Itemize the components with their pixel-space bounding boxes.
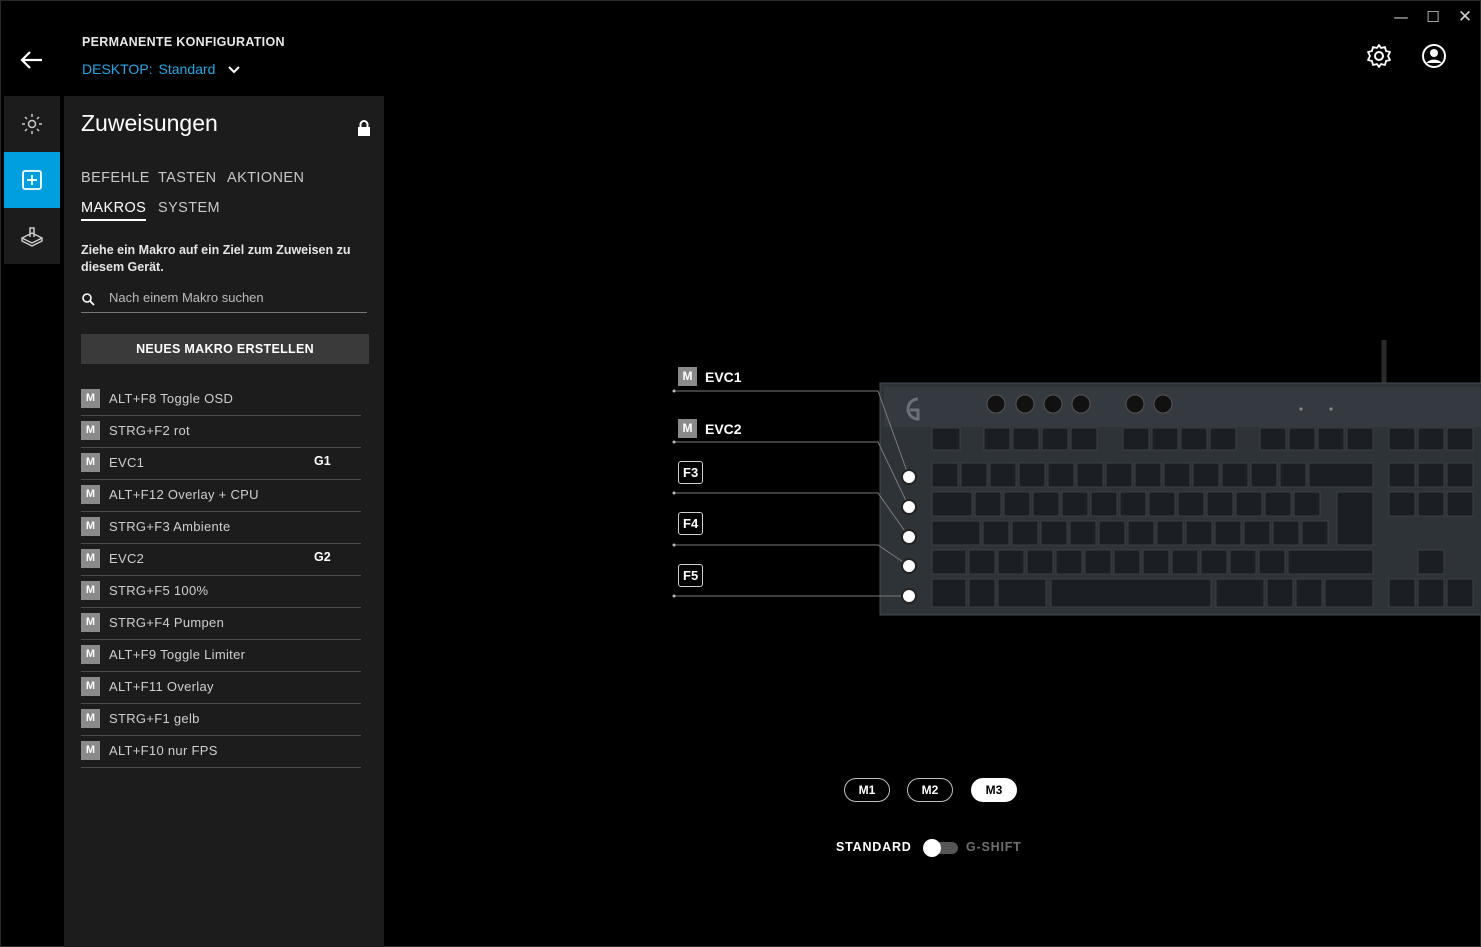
profile-prefix: DESKTOP: xyxy=(82,61,153,77)
nav-rail xyxy=(4,96,60,264)
macro-item[interactable]: M ALT+F10 nur FPS xyxy=(81,736,361,768)
rail-item-lighting[interactable] xyxy=(4,96,60,152)
macro-item[interactable]: M STRG+F1 gelb xyxy=(81,704,361,736)
macro-label: ALT+F12 Overlay + CPU xyxy=(109,487,259,502)
mode-m1-button[interactable]: M1 xyxy=(844,778,890,802)
macro-badge: M xyxy=(678,419,697,438)
mode-m2-button[interactable]: M2 xyxy=(907,778,953,802)
chevron-down-icon xyxy=(228,66,241,74)
tab-makros[interactable]: MAKROS xyxy=(81,200,147,221)
macro-label: STRG+F2 rot xyxy=(109,423,190,438)
macro-badge: M xyxy=(81,709,100,728)
macro-item[interactable]: M ALT+F9 Toggle Limiter xyxy=(81,640,361,672)
user-icon[interactable] xyxy=(1421,43,1447,69)
macro-assigned-key: G2 xyxy=(314,550,331,564)
back-arrow-icon[interactable] xyxy=(18,46,46,74)
gshift-toggle[interactable] xyxy=(922,839,958,857)
toggle-label-standard: STANDARD xyxy=(836,840,912,854)
macro-item[interactable]: M ALT+F8 Toggle OSD xyxy=(81,384,361,416)
panel-title: Zuweisungen xyxy=(81,110,218,136)
assignment-key: F3 xyxy=(678,461,704,484)
rail-item-assignments[interactable] xyxy=(4,152,60,208)
assignment-text: EVC1 xyxy=(705,368,742,385)
game-mode-icon xyxy=(21,227,43,247)
panel-hint: Ziehe ein Makro auf ein Ziel zum Zuweise… xyxy=(81,243,351,274)
macro-badge: M xyxy=(81,517,100,536)
lock-icon[interactable] xyxy=(357,120,371,136)
macro-badge: M xyxy=(81,741,100,760)
tab-befehle[interactable]: BEFEHLE xyxy=(81,170,150,186)
macro-badge: M xyxy=(678,367,697,386)
assignment-label-g4[interactable]: F4 xyxy=(678,512,704,535)
macro-badge: M xyxy=(81,421,100,440)
macro-label: ALT+F11 Overlay xyxy=(109,679,214,694)
assignments-panel: Zuweisungen BEFEHLE TASTEN AKTIONEN MAKR… xyxy=(64,96,384,947)
macro-item[interactable]: M STRG+F4 Pumpen xyxy=(81,608,361,640)
macro-item[interactable]: M ALT+F12 Overlay + CPU xyxy=(81,480,361,512)
assignment-label-g1[interactable]: M EVC1 xyxy=(678,367,742,386)
macro-list: M ALT+F8 Toggle OSD M STRG+F2 rot M EVC1 G1 … xyxy=(81,384,361,768)
macro-label: STRG+F5 100% xyxy=(109,583,209,598)
macro-badge: M xyxy=(81,677,100,696)
tab-aktionen[interactable]: AKTIONEN xyxy=(227,170,304,186)
assignment-label-g2[interactable]: M EVC2 xyxy=(678,419,742,438)
macro-label: STRG+F4 Pumpen xyxy=(109,615,225,630)
macro-item[interactable]: M ALT+F11 Overlay xyxy=(81,672,361,704)
macro-label: STRG+F1 gelb xyxy=(109,711,200,726)
macro-label: ALT+F8 Toggle OSD xyxy=(109,391,234,406)
lighting-icon xyxy=(22,114,42,134)
macro-item[interactable]: M STRG+F5 100% xyxy=(81,576,361,608)
tab-tasten[interactable]: TASTEN xyxy=(158,170,217,186)
profile-name: Standard xyxy=(158,61,216,77)
new-macro-button[interactable]: NEUES MAKRO ERSTELLEN xyxy=(81,334,369,364)
maximize-icon[interactable]: ☐ xyxy=(1424,8,1442,26)
macro-badge: M xyxy=(81,549,100,568)
minimize-icon[interactable]: — xyxy=(1392,8,1410,26)
assignment-label-g3[interactable]: F3 xyxy=(678,461,704,484)
macro-label: EVC2 xyxy=(109,551,145,566)
macro-badge: M xyxy=(81,485,100,504)
macro-assigned-key: G1 xyxy=(314,454,331,468)
macro-badge: M xyxy=(81,613,100,632)
macro-item[interactable]: M STRG+F2 rot xyxy=(81,416,361,448)
macro-label: STRG+F3 Ambiente xyxy=(109,519,231,534)
macro-badge: M xyxy=(81,453,100,472)
assignment-text: EVC2 xyxy=(705,420,742,437)
search-input[interactable] xyxy=(107,289,366,306)
assignments-icon xyxy=(22,170,42,190)
tab-system[interactable]: SYSTEM xyxy=(158,200,220,216)
macro-label: EVC1 xyxy=(109,455,145,470)
macro-label: ALT+F9 Toggle Limiter xyxy=(109,647,246,662)
mode-m3-button[interactable]: M3 xyxy=(971,778,1017,802)
macro-item[interactable]: M STRG+F3 Ambiente xyxy=(81,512,361,544)
assignment-label-g5[interactable]: F5 xyxy=(678,564,704,587)
macro-search[interactable] xyxy=(81,287,367,313)
assignment-key: F4 xyxy=(678,512,704,535)
macro-badge: M xyxy=(81,645,100,664)
keyboard-illustration xyxy=(672,340,1481,616)
macro-item[interactable]: M EVC2 G2 xyxy=(81,544,361,576)
macro-item[interactable]: M EVC1 G1 xyxy=(81,448,361,480)
search-icon xyxy=(82,293,95,306)
profile-selector[interactable]: DESKTOP: Standard xyxy=(82,61,241,77)
rail-item-game-mode[interactable] xyxy=(4,208,60,264)
macro-badge: M xyxy=(81,581,100,600)
config-title: PERMANENTE KONFIGURATION xyxy=(82,35,285,49)
assignment-key: F5 xyxy=(678,564,704,587)
macro-badge: M xyxy=(81,389,100,408)
gear-icon[interactable] xyxy=(1366,43,1392,69)
macro-label: ALT+F10 nur FPS xyxy=(109,743,218,758)
close-icon[interactable]: ✕ xyxy=(1456,8,1474,26)
toggle-label-gshift: G-SHIFT xyxy=(966,840,1022,854)
